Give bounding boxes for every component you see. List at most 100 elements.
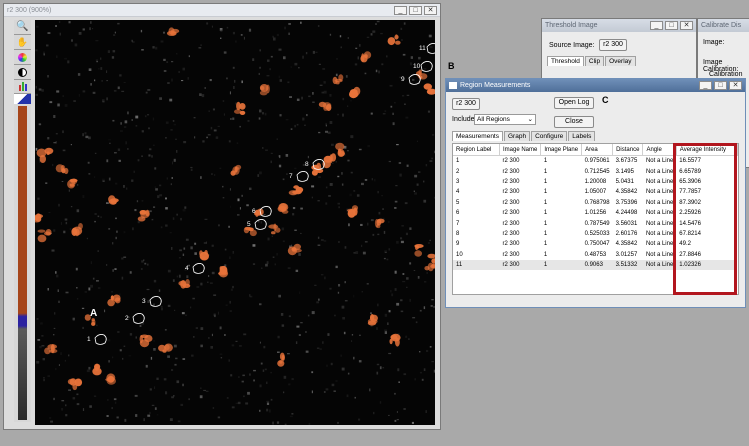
cell-angle: Not a Line — [645, 168, 674, 175]
cell-image-name: r2 300 — [502, 178, 520, 185]
pan-icon[interactable]: ✋ — [14, 35, 31, 50]
minimize-button[interactable]: _ — [394, 5, 407, 15]
threshold-close-button[interactable]: ✕ — [680, 21, 693, 30]
roi-label: 4 — [185, 265, 189, 272]
tab-threshold[interactable]: Threshold — [547, 56, 584, 66]
cell-angle: Not a Line — [645, 158, 674, 165]
maximize-button[interactable]: □ — [409, 5, 422, 15]
cell-angle: Not a Line — [645, 230, 674, 237]
tab-clip[interactable]: Clip — [584, 56, 605, 66]
cell-region-label: 1 — [456, 158, 460, 165]
cell-angle: Not a Line — [642, 259, 677, 271]
cell-distance: 4.24498 — [615, 210, 638, 217]
cell-angle: Not a Line — [645, 178, 674, 185]
image-window-titlebar[interactable]: r2 300 (900%) _ □ ✕ — [4, 4, 440, 17]
panel-label-c: C — [602, 95, 609, 105]
roi-label: 7 — [289, 173, 293, 180]
cell-image-plane: 1 — [543, 230, 548, 237]
cell-image-name: r2 300 — [502, 210, 520, 217]
col-image-plane[interactable]: Image Plane — [540, 144, 583, 156]
cell-image-plane: 1 — [543, 199, 548, 206]
col-region-label[interactable]: Region Label — [453, 144, 500, 156]
cell-distance: 3.1495 — [615, 168, 634, 175]
cell-distance: 4.35842 — [615, 241, 638, 248]
contrast-icon[interactable] — [14, 65, 31, 80]
cell-area: 0.787549 — [584, 220, 610, 227]
cell-image-name: r2 300 — [502, 199, 520, 206]
cell-image-plane: 1 — [543, 158, 548, 165]
cell-area: 1.01256 — [584, 210, 607, 217]
tab-measurements[interactable]: Measurements — [452, 131, 503, 141]
threshold-colorbar — [18, 106, 27, 420]
cell-area: 0.9063 — [581, 259, 613, 271]
arrow-icon[interactable] — [14, 94, 31, 104]
roi-label: 1 — [87, 336, 91, 343]
cell-region-label: 9 — [456, 241, 460, 248]
cell-image-name: r2 300 — [502, 168, 520, 175]
source-image-button[interactable]: r2 300 — [599, 39, 627, 51]
cell-region-label: 6 — [456, 210, 460, 217]
chevron-down-icon: ⌄ — [527, 116, 533, 123]
cell-area: 0.712545 — [584, 168, 610, 175]
threshold-titlebar[interactable]: Threshold Image _ □ ✕ — [542, 19, 696, 32]
microscopy-image[interactable] — [35, 20, 435, 425]
include-label: Include: — [452, 116, 477, 123]
cell-image-plane: 1 — [543, 241, 548, 248]
col-area[interactable]: Area — [581, 144, 614, 156]
cell-angle: Not a Line — [645, 220, 674, 227]
cell-distance: 3.51332 — [612, 259, 643, 271]
panel-label-b: B — [448, 61, 455, 71]
cell-image-name: r2 300 — [499, 259, 541, 271]
cell-angle: Not a Line — [645, 189, 674, 196]
cell-angle: Not a Line — [645, 251, 674, 258]
col-distance[interactable]: Distance — [612, 144, 644, 156]
roi-label: 9 — [401, 76, 405, 83]
threshold-maximize-button[interactable]: □ — [665, 21, 678, 30]
cell-area: 1.20008 — [584, 178, 607, 185]
threshold-title: Threshold Image — [545, 22, 598, 29]
threshold-minimize-button[interactable]: _ — [650, 21, 663, 30]
calibrate-titlebar[interactable]: Calibrate Dis — [698, 19, 749, 32]
calibration-tab-label[interactable]: Calibration — [709, 71, 742, 78]
roi-label: 2 — [125, 315, 129, 322]
histogram-icon[interactable] — [14, 80, 31, 94]
close-button[interactable]: ✕ — [424, 5, 437, 15]
cell-distance: 4.35842 — [615, 189, 638, 196]
cell-area: 0.750047 — [584, 241, 610, 248]
tab-labels[interactable]: Labels — [568, 131, 596, 141]
region-maximize-button[interactable]: □ — [714, 81, 727, 90]
close-region-button[interactable]: Close — [554, 116, 594, 128]
include-select[interactable]: All Regions ⌄ — [474, 114, 536, 125]
roi-label: 6 — [252, 208, 256, 215]
cell-area: 0.48753 — [584, 251, 607, 258]
region-titlebar[interactable]: Region Measurements _ □ ✕ — [446, 79, 745, 92]
cell-distance: 3.75396 — [615, 199, 638, 206]
roi-label: 10 — [413, 63, 421, 70]
tab-configure[interactable]: Configure — [531, 131, 568, 141]
cell-region-label: 4 — [456, 189, 460, 196]
cell-area: 0.768798 — [584, 199, 610, 206]
cell-image-plane: 1 — [543, 210, 548, 217]
tab-overlay[interactable]: Overlay — [605, 56, 636, 66]
cell-image-plane: 1 — [543, 251, 548, 258]
source-image-label: Source Image: — [549, 42, 595, 49]
cell-image-name: r2 300 — [502, 230, 520, 237]
cell-image-name: r2 300 — [502, 158, 520, 165]
cell-image-plane: 1 — [543, 189, 548, 196]
col-angle[interactable]: Angle — [642, 144, 677, 156]
tab-graph[interactable]: Graph — [504, 131, 531, 141]
calibrate-image-label: Image: — [703, 39, 725, 46]
col-image-name[interactable]: Image Name — [499, 144, 542, 156]
region-close-button[interactable]: ✕ — [729, 81, 742, 90]
color-wheel-icon[interactable] — [14, 50, 31, 65]
roi-label: 3 — [142, 298, 146, 305]
image-select-button[interactable]: r2 300 — [452, 98, 480, 110]
include-select-value: All Regions — [477, 116, 510, 123]
region-minimize-button[interactable]: _ — [699, 81, 712, 90]
open-log-button[interactable]: Open Log — [554, 97, 594, 109]
roi-label: 11 — [419, 45, 426, 52]
cell-region-label: 8 — [456, 230, 460, 237]
cell-area: 0.975061 — [584, 158, 610, 165]
region-window-icon — [449, 82, 457, 89]
zoom-icon[interactable]: 🔍 — [14, 20, 31, 35]
